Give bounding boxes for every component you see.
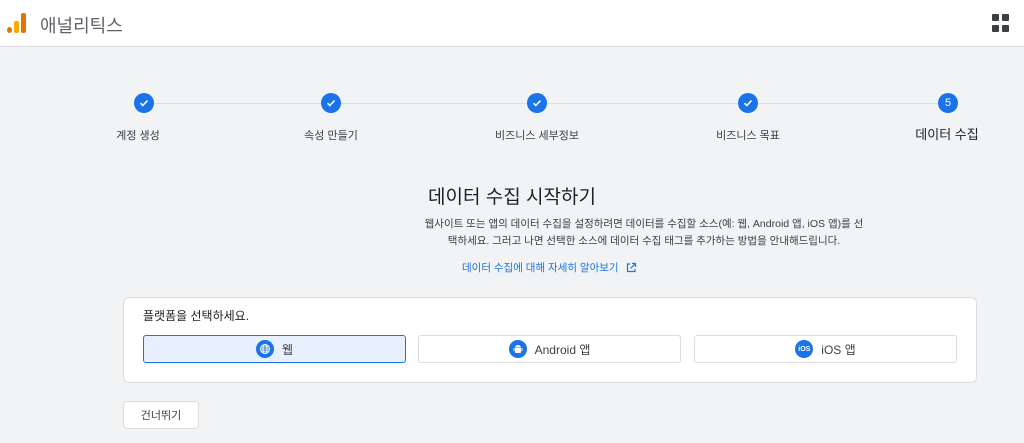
step-label-business-details: 비즈니스 세부정보 [494,130,580,142]
step-4-complete-check-icon [738,93,758,113]
step-2-complete-check-icon [321,93,341,113]
top-app-bar: 애널리틱스 [0,0,1024,47]
ios-icon-text: iOS [798,345,811,353]
platform-web-label: 웹 [281,342,294,357]
open-in-new-icon [626,262,636,272]
platform-select-card: 플랫폼을 선택하세요. 웹 Android 앱 iOS iOS 앱 [123,297,977,383]
platform-ios-label: iOS 앱 [821,342,856,357]
platform-android-button[interactable]: Android 앱 [418,335,681,363]
platform-card-title: 플랫폼을 선택하세요. [143,309,250,323]
skip-button[interactable]: 건너뛰기 [123,401,199,429]
globe-icon [255,340,274,358]
step-label-create-account: 계정 생성 [116,130,160,142]
apps-grid-icon[interactable] [992,14,1010,32]
step-5-active-number: 5 [938,93,958,113]
platform-web-button[interactable]: 웹 [143,335,406,363]
page-title: 데이터 수집 시작하기 [428,187,596,208]
step-label-data-collection: 데이터 수집 [915,127,979,142]
page-description: 웹사이트 또는 앱의 데이터 수집을 설정하려면 데이터를 수집할 소스(예: … [424,218,864,247]
learn-more-link[interactable]: 데이터 수집에 대해 자세히 알아보기 [462,260,637,275]
step-3-complete-check-icon [527,93,547,113]
step-label-business-objectives: 비즈니스 목표 [716,130,780,142]
platform-ios-button[interactable]: iOS iOS 앱 [694,335,957,363]
step-1-complete-check-icon [134,93,154,113]
analytics-logo-icon[interactable] [7,13,27,33]
learn-more-label: 데이터 수집에 대해 자세히 알아보기 [462,262,619,274]
ios-icon: iOS [795,340,814,358]
step-label-create-property: 속성 만들기 [304,130,358,142]
platform-android-label: Android 앱 [534,342,591,357]
android-icon [508,340,527,358]
app-title: 애널리틱스 [40,16,123,36]
